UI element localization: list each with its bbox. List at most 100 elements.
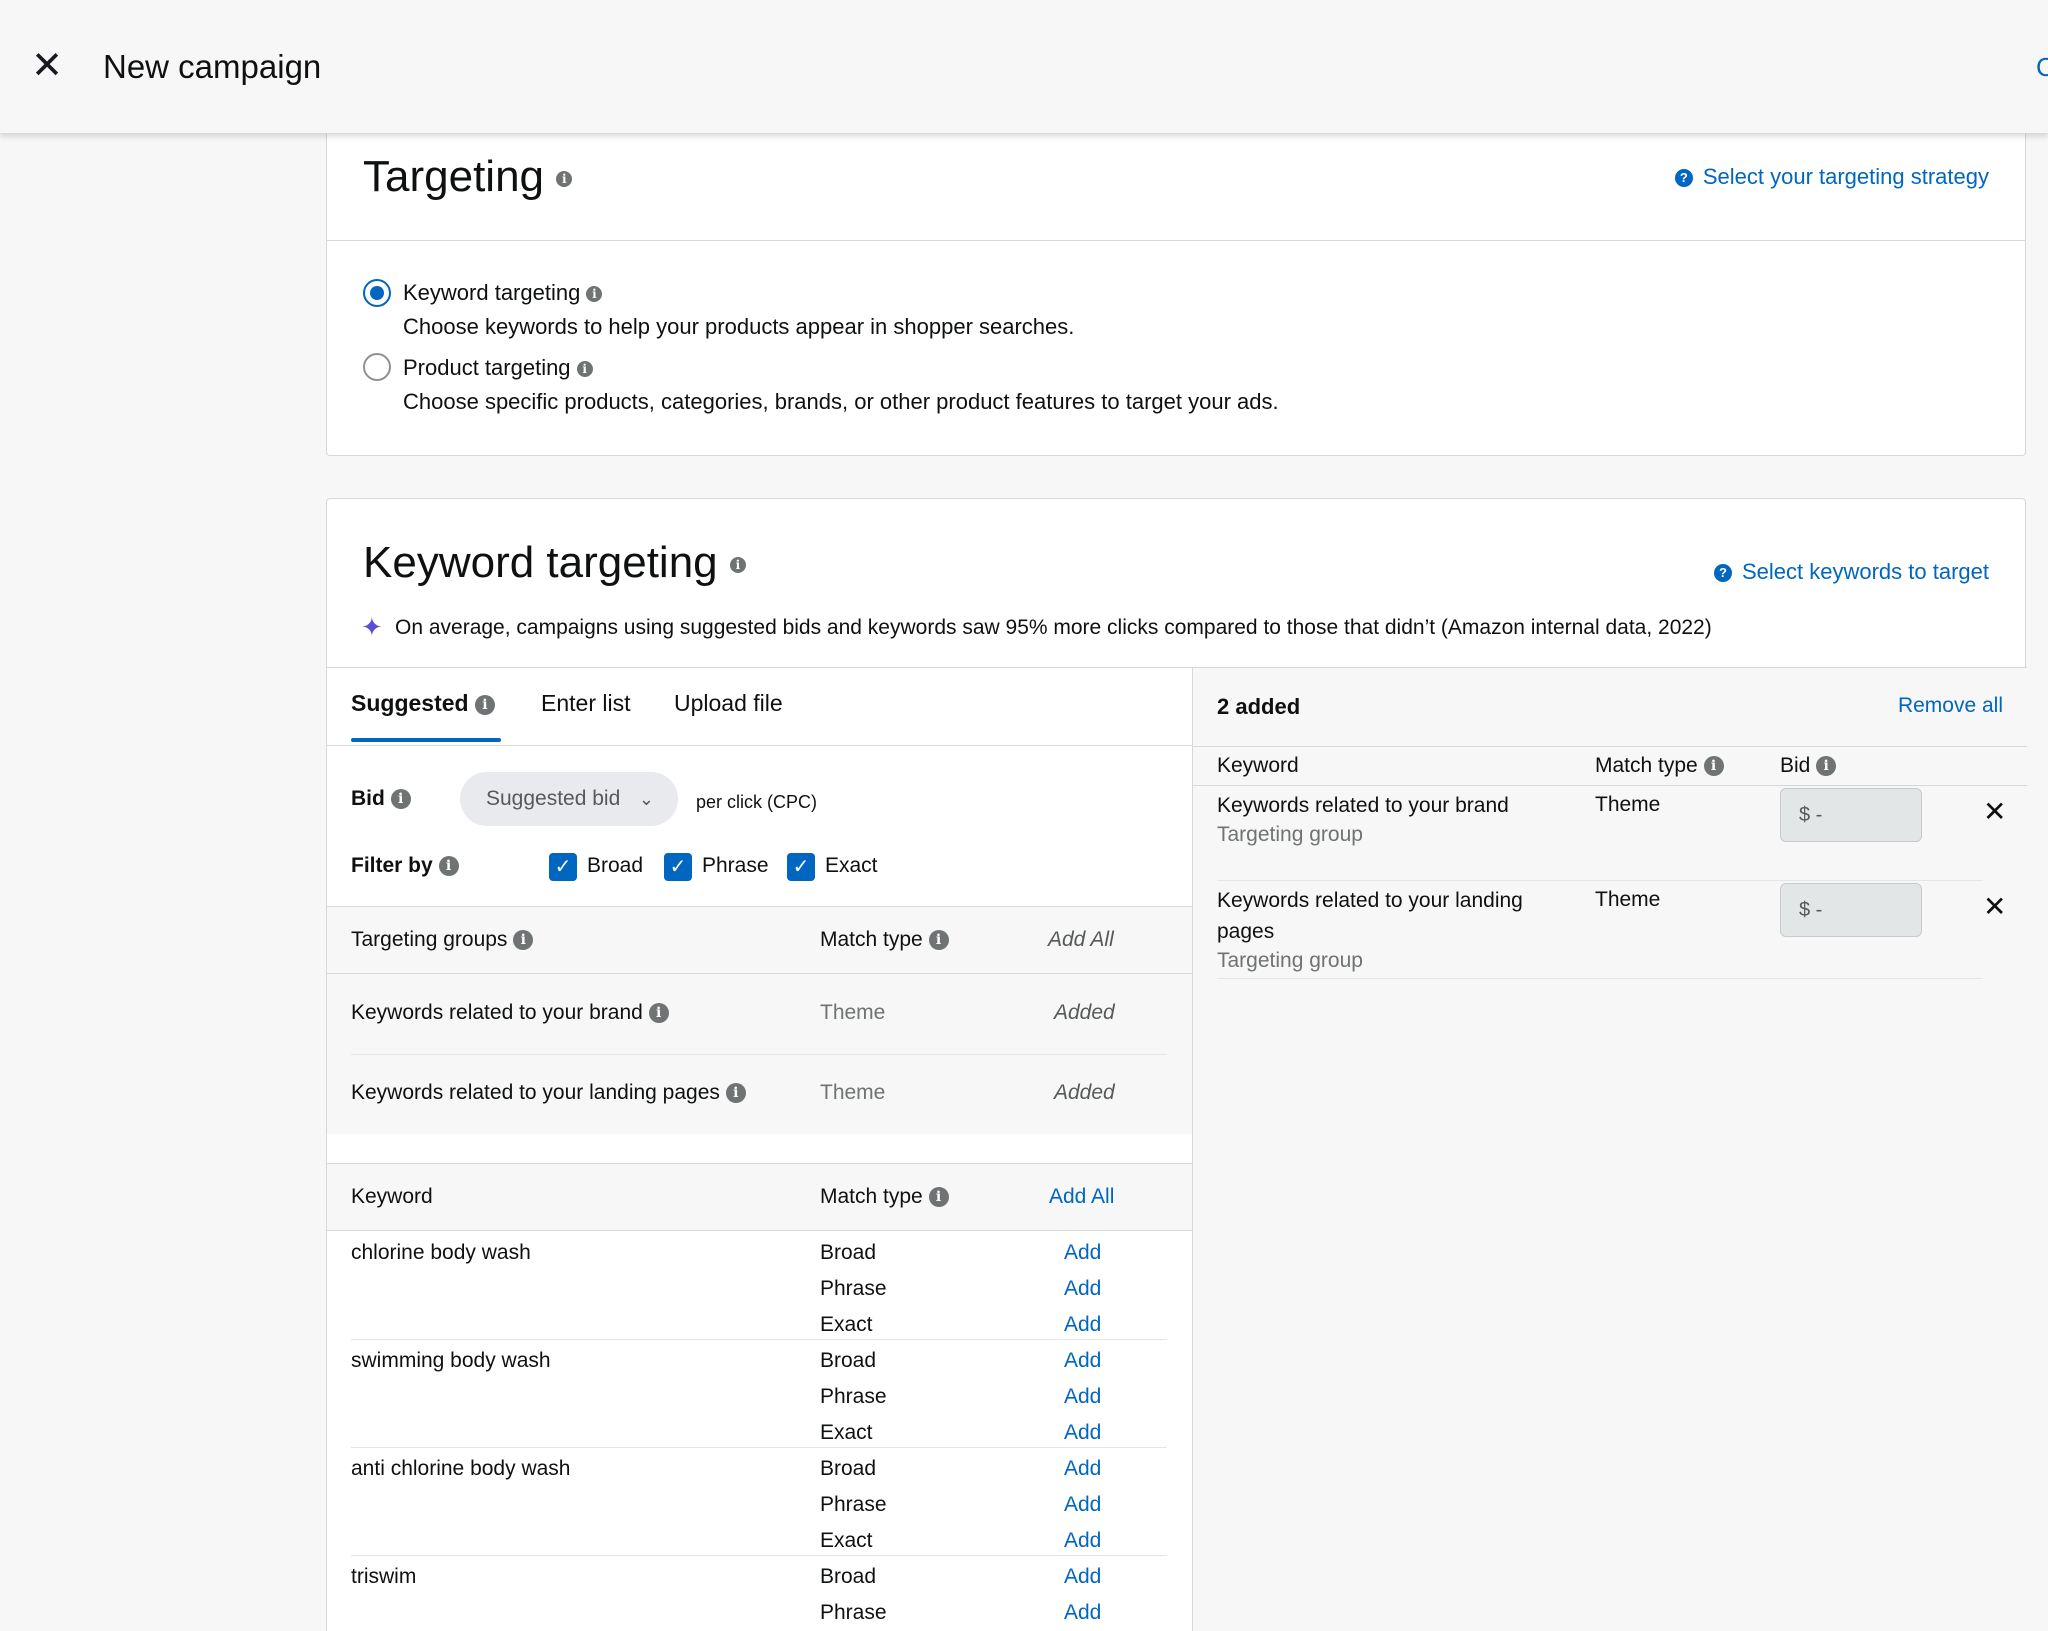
info-icon[interactable]: i [513, 930, 534, 951]
broad-label: Broad [587, 854, 644, 877]
groups-add-all: Add All [1048, 928, 1114, 951]
product-targeting-label: Product targeting i [403, 355, 593, 381]
col-targeting-groups: Targeting groups i [351, 928, 534, 952]
help-icon: ? [1713, 564, 1732, 582]
exact-checkbox[interactable]: ✓ [787, 853, 815, 881]
add-link[interactable]: Add [1064, 1349, 1101, 1373]
phrase-checkbox[interactable]: ✓ [664, 853, 692, 881]
add-link[interactable]: Add [1064, 1493, 1101, 1517]
add-link[interactable]: Add [1064, 1313, 1101, 1337]
col-keyword: Keyword [351, 1185, 433, 1208]
tabs-divider [327, 745, 1192, 746]
targeting-strategy-link[interactable]: ? Select your targeting strategy [1674, 164, 1989, 190]
info-icon[interactable]: i [648, 1003, 669, 1024]
bid-input[interactable]: $ - [1780, 788, 1922, 842]
added-keyword-type: Targeting group [1217, 823, 1363, 846]
match-type: Broad [820, 1457, 877, 1480]
group-name: Keywords related to your brand i [351, 1001, 669, 1025]
keyword-targeting-title: Keyword targeting i [363, 538, 746, 588]
add-link[interactable]: Add [1064, 1565, 1101, 1589]
group-match: Theme [820, 1081, 886, 1104]
close-icon[interactable]: ✕ [30, 46, 64, 86]
divider [327, 240, 2025, 241]
targeting-card: Targeting i ? Select your targeting strat… [326, 134, 2026, 456]
group-status: Added [1054, 1001, 1115, 1024]
add-link[interactable]: Add [1064, 1241, 1101, 1265]
added-keywords-pane: 2 added Remove all Keyword Match type i … [1193, 667, 2027, 1631]
remove-keyword-icon[interactable]: ✕ [1983, 798, 2006, 826]
keyword-text: chlorine body wash [351, 1241, 531, 1264]
match-type: Phrase [820, 1385, 887, 1408]
suggested-bids-notice: On average, campaigns using suggested bi… [395, 616, 1712, 639]
row-divider [351, 1555, 1167, 1556]
groups-table-body: Keywords related to your brand i Theme A… [327, 974, 1192, 1134]
row-divider [1217, 880, 1983, 881]
info-icon[interactable]: i [928, 930, 949, 951]
bid-unit: per click (CPC) [696, 792, 818, 812]
col-match-type: Match type i [820, 1185, 949, 1209]
match-type: Exact [820, 1313, 873, 1336]
added-keyword: Keywords related to your landing pages [1217, 889, 1523, 943]
keyword-targeting-card: Keyword targeting i ? Select keywords to … [326, 498, 2027, 1631]
col-match-type: Match type i [820, 928, 949, 952]
add-link[interactable]: Add [1064, 1277, 1101, 1301]
match-type: Exact [820, 1421, 873, 1444]
broad-checkbox[interactable]: ✓ [549, 853, 577, 881]
keyword-targeting-radio[interactable] [363, 279, 391, 307]
match-type: Phrase [820, 1493, 887, 1516]
info-icon[interactable]: i [1703, 756, 1724, 777]
add-link[interactable]: Add [1064, 1601, 1101, 1625]
info-icon[interactable]: i [474, 694, 495, 715]
info-icon[interactable]: i [729, 557, 746, 574]
add-link[interactable]: Add [1064, 1457, 1101, 1481]
keywords-add-all-link[interactable]: Add All [1049, 1185, 1114, 1209]
match-type: Phrase [820, 1601, 887, 1624]
active-tab-indicator [351, 738, 501, 742]
row-divider [351, 1447, 1167, 1448]
keyword-text: swimming body wash [351, 1349, 551, 1372]
col-match-type: Match type i [1595, 754, 1724, 778]
remove-keyword-icon[interactable]: ✕ [1983, 893, 2006, 921]
row-divider [351, 1339, 1167, 1340]
tab-enter-list[interactable]: Enter list [541, 690, 630, 717]
bid-input[interactable]: $ - [1780, 883, 1922, 937]
tab-suggested[interactable]: Suggested i [351, 690, 495, 717]
groups-table-header: Targeting groups i Match type i Add All [327, 906, 1192, 974]
info-icon[interactable]: i [576, 361, 593, 378]
add-link[interactable]: Add [1064, 1385, 1101, 1409]
group-match: Theme [820, 1001, 886, 1024]
product-targeting-radio[interactable] [363, 353, 391, 381]
added-keyword-type: Targeting group [1217, 949, 1363, 972]
info-icon[interactable]: i [556, 171, 573, 188]
info-icon[interactable]: i [586, 286, 603, 303]
bid-select[interactable]: Suggested bid ⌄ [460, 772, 678, 826]
info-icon[interactable]: i [438, 856, 459, 877]
add-link[interactable]: Add [1064, 1421, 1101, 1445]
bid-label: Bid i [351, 787, 411, 811]
filter-by-label: Filter by i [351, 854, 459, 878]
sparkle-icon: ✦ [361, 612, 383, 642]
row-divider [351, 1054, 1167, 1055]
remove-all-link[interactable]: Remove all [1898, 694, 2003, 718]
help-icon: ? [1674, 169, 1693, 187]
chevron-down-icon: ⌄ [638, 789, 654, 809]
add-link[interactable]: Add [1064, 1529, 1101, 1553]
tab-upload-file[interactable]: Upload file [674, 690, 783, 717]
top-bar: ✕ New campaign C [0, 0, 2048, 134]
page-title: New campaign [103, 48, 322, 85]
info-icon[interactable]: i [390, 789, 411, 810]
exact-label: Exact [825, 854, 878, 877]
select-keywords-link[interactable]: ? Select keywords to target [1713, 559, 1989, 585]
info-icon[interactable]: i [928, 1187, 949, 1208]
col-keyword: Keyword [1217, 754, 1299, 777]
edge-link[interactable]: C [2036, 52, 2048, 83]
phrase-label: Phrase [702, 854, 769, 877]
match-type: Broad [820, 1241, 877, 1264]
match-type: Phrase [820, 1277, 887, 1300]
added-keyword: Keywords related to your brand [1217, 794, 1509, 817]
info-icon[interactable]: i [725, 1083, 746, 1104]
keyword-targeting-label: Keyword targeting i [403, 280, 603, 306]
match-type: Exact [820, 1529, 873, 1552]
info-icon[interactable]: i [1816, 756, 1837, 777]
product-targeting-desc: Choose specific products, categories, br… [403, 389, 1279, 414]
